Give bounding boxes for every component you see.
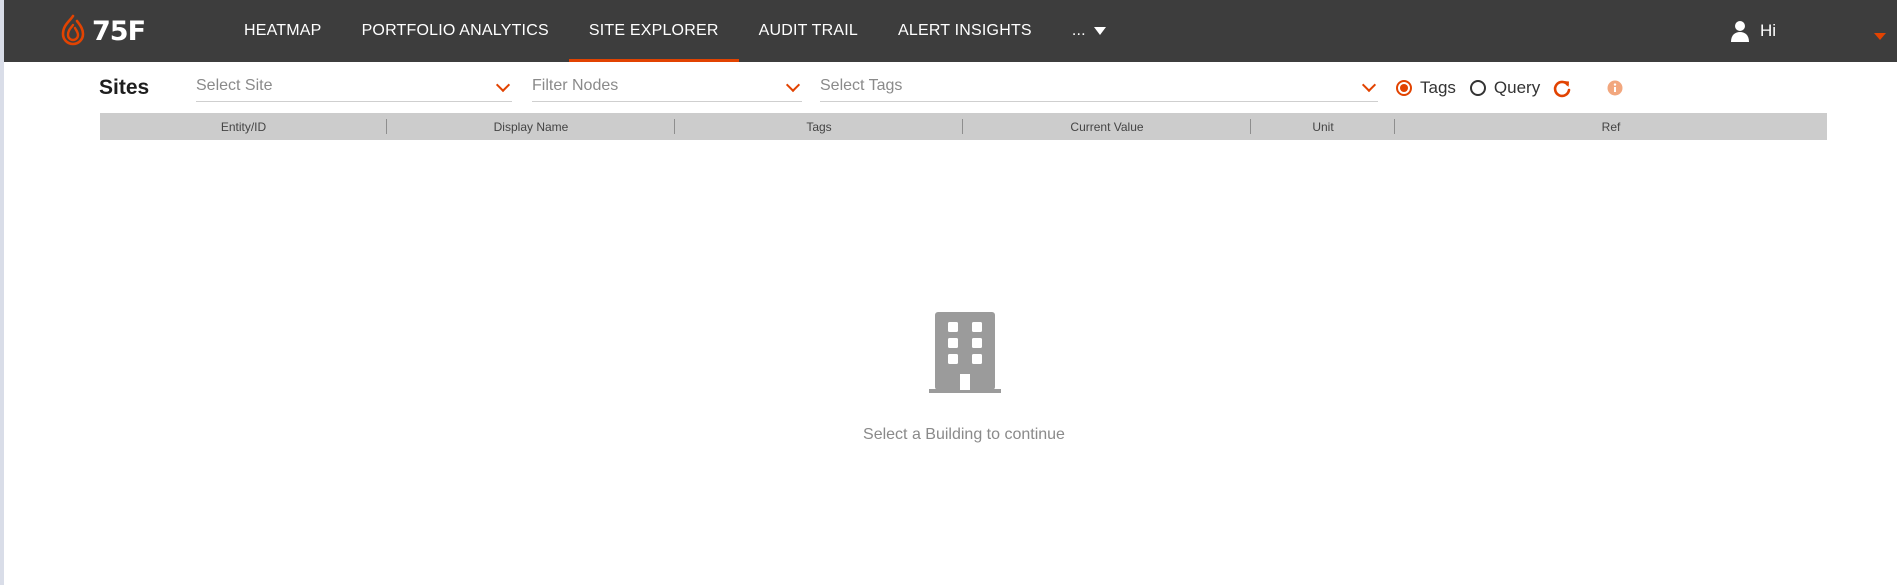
nav-alert-insights[interactable]: ALERT INSIGHTS	[878, 0, 1052, 62]
filter-nodes-dropdown[interactable]: Filter Nodes	[532, 74, 802, 102]
logo-text: 75F	[92, 15, 146, 47]
radio-query[interactable]	[1469, 80, 1486, 96]
user-menu-caret-icon[interactable]	[1874, 33, 1886, 40]
select-site-dropdown[interactable]: Select Site	[196, 74, 512, 102]
building-icon	[929, 312, 1001, 393]
left-edge-strip	[0, 0, 4, 585]
column-header-ref[interactable]: Ref	[1395, 113, 1827, 140]
select-tags-dropdown[interactable]: Select Tags	[820, 74, 1378, 102]
caret-down-icon	[1093, 27, 1106, 35]
empty-state-message: Select a Building to continue	[863, 426, 1065, 443]
info-icon[interactable]	[1607, 80, 1623, 96]
table-header: Entity/ID Display Name Tags Current Valu…	[100, 113, 1827, 140]
nav-more-label: ...	[1071, 22, 1086, 39]
radio-query-label[interactable]: Query	[1494, 78, 1540, 98]
select-site-placeholder: Select Site	[196, 77, 273, 94]
flame-logo-icon	[61, 14, 85, 46]
nav-site-explorer[interactable]: SITE EXPLORER	[568, 0, 739, 62]
chevron-down-icon	[1361, 77, 1377, 93]
top-nav-bar: 75F HEATMAP PORTFOLIO ANALYTICS SITE EXP…	[4, 0, 1897, 62]
user-menu[interactable]: Hi	[1730, 0, 1776, 62]
nav-more-menu[interactable]: ...	[1052, 0, 1126, 62]
select-tags-placeholder: Select Tags	[820, 77, 903, 94]
user-greeting: Hi	[1760, 21, 1777, 40]
filter-nodes-placeholder: Filter Nodes	[532, 77, 619, 94]
column-header-current-value[interactable]: Current Value	[963, 113, 1251, 140]
page-title: Sites	[99, 76, 150, 99]
column-header-tags[interactable]: Tags	[675, 113, 963, 140]
chevron-down-icon	[495, 77, 511, 93]
column-header-unit[interactable]: Unit	[1251, 113, 1395, 140]
refresh-icon[interactable]	[1552, 79, 1572, 99]
radio-tags-label[interactable]: Tags	[1420, 78, 1456, 98]
nav-heatmap[interactable]: HEATMAP	[224, 0, 342, 62]
radio-tags[interactable]	[1396, 80, 1412, 96]
column-header-display-name[interactable]: Display Name	[387, 113, 675, 140]
mode-radio-group: Tags Query	[1396, 78, 1554, 98]
chevron-down-icon	[785, 77, 801, 93]
user-icon	[1731, 21, 1749, 42]
main-nav: HEATMAP PORTFOLIO ANALYTICS SITE EXPLORE…	[224, 0, 1126, 62]
app-logo[interactable]: 75F	[58, 11, 146, 51]
nav-portfolio-analytics[interactable]: PORTFOLIO ANALYTICS	[342, 0, 569, 62]
nav-audit-trail[interactable]: AUDIT TRAIL	[739, 0, 878, 62]
column-header-entity-id[interactable]: Entity/ID	[100, 113, 387, 140]
